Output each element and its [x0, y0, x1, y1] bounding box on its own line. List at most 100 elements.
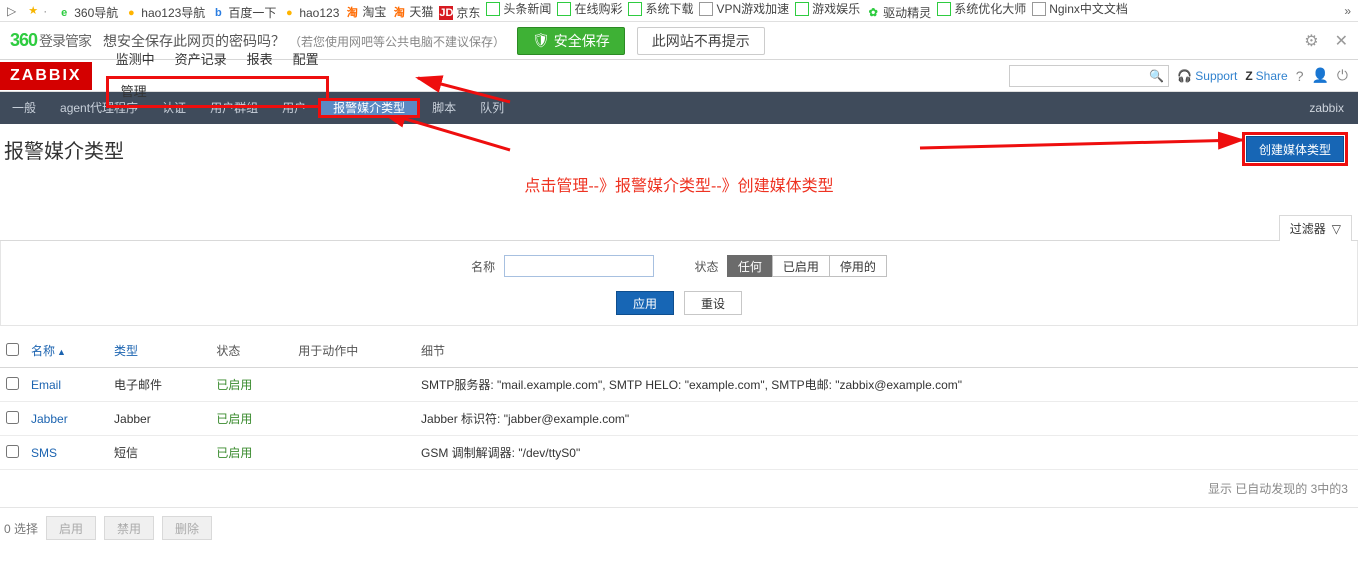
- cell-details: Jabber 标识符: "jabber@example.com": [415, 402, 1358, 436]
- batch-delete-button[interactable]: 删除: [162, 516, 212, 540]
- bookmark-item[interactable]: 在线购彩: [554, 0, 625, 17]
- bookmark-favicon: [795, 2, 809, 16]
- bookmark-item[interactable]: e360导航: [54, 4, 121, 21]
- bookmark-item[interactable]: 系统优化大师: [934, 0, 1029, 17]
- cell-actions: [292, 368, 415, 402]
- media-types-table: 名称▲ 类型 状态 用于动作中 细节 Email电子邮件已启用SMTP服务器: …: [0, 334, 1358, 470]
- filter-name-input[interactable]: [504, 255, 654, 277]
- media-type-link[interactable]: Email: [31, 378, 61, 392]
- col-actions[interactable]: 用于动作中: [292, 334, 415, 368]
- create-media-type-button[interactable]: 创建媒体类型: [1246, 136, 1344, 162]
- cell-name: Email: [25, 368, 108, 402]
- bookmark-item[interactable]: b百度一下: [208, 4, 279, 21]
- filter-state-option[interactable]: 已启用: [772, 255, 830, 277]
- annotation-text: 点击管理--》报警媒介类型--》创建媒体类型: [0, 172, 1358, 196]
- sort-asc-icon: ▲: [57, 347, 66, 357]
- bookmark-favicon: [557, 2, 571, 16]
- col-type[interactable]: 类型: [108, 334, 210, 368]
- selected-count: 0 选择: [4, 520, 38, 537]
- filter-reset-button[interactable]: 重设: [684, 291, 742, 315]
- media-type-link[interactable]: SMS: [31, 446, 57, 460]
- select-all-checkbox[interactable]: [6, 343, 19, 356]
- bookmark-label: 京东: [456, 4, 480, 21]
- table-row: SMS短信已启用GSM 调制解调器: "/dev/ttyS0": [0, 436, 1358, 470]
- browser-bookmarks-bar: ▷ ★· e360导航●hao123导航b百度一下●hao123淘淘宝淘天猫JD…: [0, 0, 1358, 22]
- bookmark-item[interactable]: ✿驱动精灵: [863, 4, 934, 21]
- table-row: JabberJabber已启用Jabber 标识符: "jabber@examp…: [0, 402, 1358, 436]
- filter-state-label: 状态: [694, 260, 718, 274]
- filter-state-option[interactable]: 任何: [727, 255, 773, 277]
- close-icon[interactable]: ✕: [1335, 31, 1348, 51]
- bookmark-label: 天猫: [409, 3, 433, 20]
- bookmark-item[interactable]: 游戏娱乐: [792, 0, 863, 17]
- batch-enable-button[interactable]: 启用: [46, 516, 96, 540]
- cell-status[interactable]: 已启用: [210, 436, 292, 470]
- save-password-button[interactable]: 🛡安全保存: [517, 27, 625, 55]
- bookmark-label: Nginx中文文档: [1049, 0, 1128, 17]
- cell-name: SMS: [25, 436, 108, 470]
- cell-status[interactable]: 已启用: [210, 368, 292, 402]
- create-button-highlight: 创建媒体类型: [1242, 132, 1348, 166]
- batch-disable-button[interactable]: 禁用: [104, 516, 154, 540]
- bookmark-label: 360导航: [74, 4, 118, 21]
- table-footer: 显示 已自动发现的 3中的3: [0, 470, 1358, 508]
- gear-icon[interactable]: ⚙: [1304, 31, 1318, 51]
- bookmark-label: 头条新闻: [503, 0, 551, 17]
- filter-apply-button[interactable]: 应用: [616, 291, 674, 315]
- bookmark-favicon: [937, 2, 951, 16]
- sub-nav-item[interactable]: 报警媒介类型: [318, 98, 420, 118]
- bookmark-item[interactable]: 淘天猫: [389, 3, 436, 20]
- funnel-icon: ▽: [1332, 222, 1341, 236]
- bookmark-item[interactable]: ●hao123: [279, 6, 342, 20]
- bookmark-item[interactable]: JD京东: [436, 4, 483, 21]
- bookmark-favicon: [699, 2, 713, 16]
- main-nav-item[interactable]: 管理: [106, 76, 329, 108]
- bookmark-label: 在线购彩: [574, 0, 622, 17]
- user-icon[interactable]: 👤: [1311, 67, 1328, 84]
- media-type-link[interactable]: Jabber: [31, 412, 68, 426]
- bookmark-item[interactable]: ●hao123导航: [121, 4, 208, 21]
- filter-state-option[interactable]: 停用的: [829, 255, 887, 277]
- cell-status[interactable]: 已启用: [210, 402, 292, 436]
- col-name[interactable]: 名称▲: [25, 334, 108, 368]
- current-user-label: zabbix: [1309, 101, 1358, 115]
- bookmark-item[interactable]: 系统下载: [625, 0, 696, 17]
- share-link[interactable]: ZShare: [1245, 69, 1287, 83]
- page-title: 报警媒介类型: [4, 135, 124, 164]
- bookmark-item[interactable]: VPN游戏加速: [696, 0, 792, 17]
- filter-tab[interactable]: 过滤器 ▽: [1279, 215, 1352, 241]
- support-link[interactable]: 🎧Support: [1177, 69, 1237, 83]
- search-icon: 🔍: [1149, 69, 1164, 83]
- bookmarks-overflow-icon[interactable]: »: [1341, 4, 1354, 18]
- col-details[interactable]: 细节: [415, 334, 1358, 368]
- col-status[interactable]: 状态: [210, 334, 292, 368]
- help-icon[interactable]: ?: [1296, 68, 1304, 84]
- headset-icon: 🎧: [1177, 69, 1192, 83]
- cell-name: Jabber: [25, 402, 108, 436]
- bookmark-favicon: ●: [282, 6, 296, 20]
- star-icon: ★: [26, 4, 40, 18]
- shield-icon: 🛡: [532, 32, 550, 49]
- bookmarks-prev-icon[interactable]: ▷: [4, 4, 19, 18]
- row-checkbox[interactable]: [6, 377, 19, 390]
- bookmark-label: VPN游戏加速: [716, 0, 789, 17]
- row-checkbox[interactable]: [6, 411, 19, 424]
- power-icon[interactable]: ⏻: [1337, 67, 1348, 84]
- sub-nav-item[interactable]: 脚本: [420, 101, 468, 115]
- search-input[interactable]: 🔍: [1009, 65, 1169, 87]
- dismiss-password-button[interactable]: 此网站不再提示: [637, 27, 765, 55]
- main-nav-item[interactable]: 监测中: [106, 52, 165, 67]
- bookmark-item[interactable]: 头条新闻: [483, 0, 554, 17]
- sub-nav-item[interactable]: 一般: [0, 101, 48, 115]
- filter-panel: 名称 状态 任何已启用停用的 应用 重设: [0, 241, 1358, 326]
- zabbix-logo[interactable]: ZABBIX: [0, 62, 92, 90]
- bookmark-item[interactable]: Nginx中文文档: [1029, 0, 1131, 17]
- sub-nav-item[interactable]: 队列: [468, 101, 516, 115]
- bookmark-item[interactable]: 淘淘宝: [342, 3, 389, 20]
- main-nav-item[interactable]: 配置: [283, 52, 329, 67]
- row-checkbox[interactable]: [6, 445, 19, 458]
- main-nav-item[interactable]: 报表: [237, 52, 283, 67]
- bookmark-star[interactable]: ★·: [23, 4, 50, 18]
- main-nav-item[interactable]: 资产记录: [165, 52, 237, 67]
- filter-bar: 过滤器 ▽: [0, 214, 1358, 241]
